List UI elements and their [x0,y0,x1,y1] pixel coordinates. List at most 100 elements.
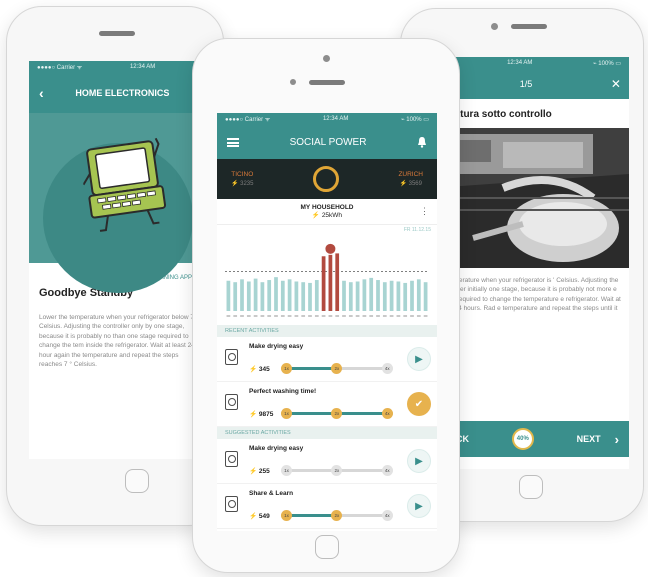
carrier: ●●●●○ Carrier ᯤ [225,117,271,123]
back-icon[interactable]: ‹ [39,85,44,101]
clock: 12:34 AM [129,64,156,70]
chart-bar[interactable] [233,282,238,311]
chart-date: FR 11.12.15 [403,227,431,233]
chart-bar[interactable] [403,282,408,311]
chart-tick [382,315,387,317]
left-screen: ●●●●○ Carrier ᯤ 12:34 AM ‹ HOME ELECTRON… [29,61,211,459]
chart-bar[interactable] [226,280,231,311]
chart-bar[interactable] [321,256,326,311]
chart-bar[interactable] [335,253,340,311]
activity-name: Make drying easy [249,445,304,452]
chart-tick [355,315,360,317]
play-button[interactable]: ▶ [407,494,431,518]
chart-bar[interactable] [396,281,401,311]
chart-tick [328,315,333,317]
chart-bar[interactable] [328,254,333,311]
suggested-activities-list: Make drying easy ⚡ 255 1x 2x 4x ▶ Share & Lear… [217,439,437,529]
chart-bar[interactable] [240,279,244,311]
activity-name: Make drying easy [249,343,304,350]
camera [491,23,498,30]
multiplier-marker: 2x [331,510,343,521]
chart-tick [308,315,312,317]
completed-check-icon[interactable]: ✔ [407,392,431,416]
bar-chart [225,243,429,317]
chart-bar[interactable] [308,282,312,311]
activity-name: Perfect washing time! [249,388,317,395]
chart-bar[interactable] [314,280,319,311]
chart-tick [362,315,367,317]
chart-bar[interactable] [294,281,299,311]
chart-bar[interactable] [342,280,346,311]
chart-bar[interactable] [260,282,265,311]
status-bar: ●●●●○ Carrier ᯤ 12:34 AM ⌁ 100% ▭ [217,113,437,125]
carrier: ●●●●○ Carrier ᯤ [37,65,83,71]
chart-bar[interactable] [267,280,272,311]
chevron-right-icon[interactable]: › [615,432,619,447]
activity-row[interactable]: Make drying easy ⚡ 255 1x 2x 4x ▶ [217,439,437,484]
battery-icon: ⌁ 100% ▭ [593,60,621,67]
chart-bar[interactable] [369,277,374,311]
right-header: 1/5 ✕ [433,69,629,99]
page-indicator: 1/5 [519,79,533,89]
chart-tick [314,315,319,317]
menu-icon[interactable] [227,137,239,147]
chart-bar[interactable] [362,279,367,311]
chart-bar[interactable] [280,280,285,311]
sensor [290,79,296,85]
multiplier-marker: 4x [381,465,393,476]
chart-bar[interactable] [301,282,306,311]
multiplier-marker: 1x [281,408,292,419]
chart-tick [396,315,401,317]
region-right-value: ⚡ 3569 [399,181,422,187]
chart-bar[interactable] [376,280,380,311]
next-button[interactable]: NEXT [577,434,601,444]
chart-bar[interactable] [274,277,278,311]
multiplier-marker: 2x [331,465,343,476]
chart-bar[interactable] [348,282,353,311]
region-scoreboard: TICINO ⚡ 3235 ZURICH ⚡ 3569 [217,159,437,199]
home-button[interactable] [125,469,149,493]
activity-row[interactable]: Make drying easy ⚡ 345 1x 2x 4x ▶ [217,337,437,382]
appliance-icon [225,394,238,410]
recent-activities-list: Make drying easy ⚡ 345 1x 2x 4x ▶ Perfect wash… [217,337,437,427]
close-icon[interactable]: ✕ [611,77,621,91]
laptop-illustration [29,113,211,293]
chart-bar[interactable] [253,278,258,311]
clock: 12:34 AM [507,60,533,66]
multiplier-marker: 4x [381,510,393,521]
play-button[interactable]: ▶ [407,449,431,473]
chart-bar[interactable] [287,279,292,311]
app-title: SOCIAL POWER [289,136,367,148]
suggested-activities-header: SUGGESTED ACTIVITIES [217,427,437,439]
recent-activities-header: RECENT ACTIVITIES [217,325,437,337]
battery-icon: ⌁ 100% ▭ [401,116,429,123]
home-button[interactable] [519,475,543,499]
chart-bar[interactable] [389,280,394,311]
more-icon[interactable]: ⋮ [420,206,429,217]
chart-bar[interactable] [416,279,421,311]
tip-body: Lower the temperature when your refriger… [39,314,199,369]
multiplier-marker: 1x [281,510,292,521]
chart-tick [389,315,394,317]
chart-tick [267,315,272,317]
chart-tick [233,315,238,317]
activity-row[interactable]: Share & Learn ⚡ 549 1x 2x 4x ▶ [217,484,437,529]
activity-name: Share & Learn [249,490,294,497]
chart-bar[interactable] [246,281,251,311]
chart-bar[interactable] [355,281,360,311]
home-button[interactable] [315,535,339,559]
play-button[interactable]: ▶ [407,347,431,371]
chart-tick [246,315,251,317]
activity-row[interactable]: Perfect washing time! ⚡ 9875 1x 2x 4x ✔ [217,382,437,427]
left-header: ‹ HOME ELECTRONICS [29,73,211,113]
chart-bar[interactable] [423,282,428,311]
chart-tick [348,315,353,317]
chart-tick [240,315,244,317]
bell-icon[interactable] [417,136,427,148]
alert-icon[interactable] [325,243,336,254]
chart-bar[interactable] [410,280,414,311]
chart-bar[interactable] [382,282,387,311]
tip-title: peratura sotto controllo [439,109,552,120]
household-value: ⚡ 25kWh [311,212,343,219]
phone-center: ●●●●○ Carrier ᯤ 12:34 AM ⌁ 100% ▭ SOCIAL… [192,38,460,573]
